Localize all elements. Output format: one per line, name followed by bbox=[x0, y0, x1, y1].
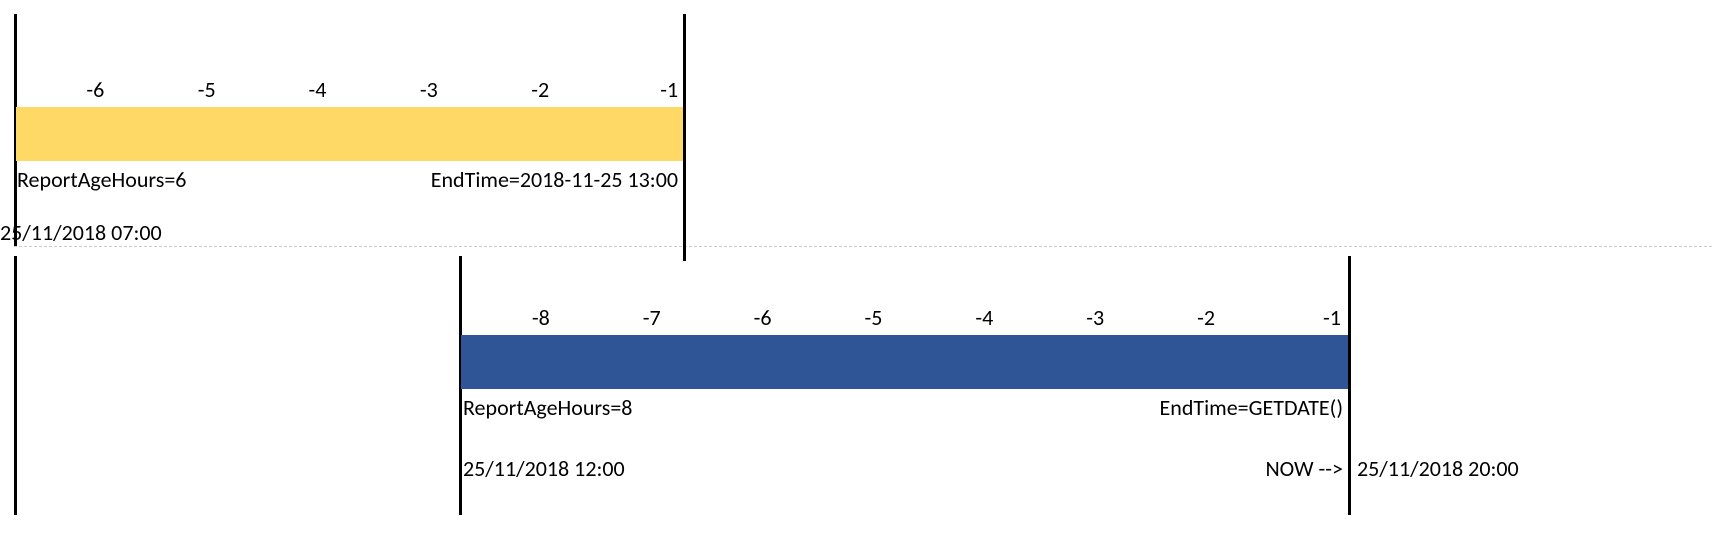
now-arrow-label: NOW --> bbox=[1265, 455, 1343, 482]
bottom-tick-row: -8 -7 -6 -5 -4 -3 -2 -1 bbox=[461, 304, 1348, 334]
top-tick: -4 bbox=[309, 76, 327, 103]
bottom-tick: -7 bbox=[643, 304, 661, 331]
bottom-tick: -3 bbox=[1086, 304, 1104, 331]
bottom-origin-marker-line bbox=[14, 256, 17, 515]
bottom-tick: -1 bbox=[1323, 304, 1341, 331]
top-section: -6 -5 -4 -3 -2 -1 ReportAgeHours=6 EndTi… bbox=[0, 0, 1726, 246]
bottom-tick: -4 bbox=[975, 304, 993, 331]
diagram-container: -6 -5 -4 -3 -2 -1 ReportAgeHours=6 EndTi… bbox=[0, 0, 1726, 550]
bottom-end-time: 25/11/2018 20:00 bbox=[1357, 455, 1519, 482]
top-tick: -2 bbox=[531, 76, 549, 103]
bottom-end-marker-line bbox=[1348, 256, 1351, 515]
bottom-tick: -8 bbox=[532, 304, 550, 331]
bottom-section: -8 -7 -6 -5 -4 -3 -2 -1 ReportAgeHours=8… bbox=[0, 246, 1726, 550]
top-report-age-label: ReportAgeHours=6 bbox=[17, 166, 186, 193]
top-start-time: 25/11/2018 07:00 bbox=[0, 219, 162, 246]
top-tick: -5 bbox=[198, 76, 216, 103]
bottom-start-time: 25/11/2018 12:00 bbox=[463, 455, 625, 482]
top-tick: -6 bbox=[86, 76, 104, 103]
bottom-tick: -2 bbox=[1197, 304, 1215, 331]
bottom-report-age-label: ReportAgeHours=8 bbox=[463, 394, 632, 421]
top-range-bar bbox=[16, 107, 683, 161]
top-tick: -3 bbox=[420, 76, 438, 103]
top-tick: -1 bbox=[660, 76, 678, 103]
top-end-time-label: EndTime=2018-11-25 13:00 bbox=[431, 166, 678, 193]
bottom-tick: -5 bbox=[865, 304, 883, 331]
top-end-marker-line bbox=[683, 14, 686, 261]
top-tick-row: -6 -5 -4 -3 -2 -1 bbox=[16, 76, 683, 106]
bottom-range-bar bbox=[461, 335, 1348, 389]
bottom-tick: -6 bbox=[754, 304, 772, 331]
bottom-end-time-label: EndTime=GETDATE() bbox=[1160, 394, 1343, 421]
